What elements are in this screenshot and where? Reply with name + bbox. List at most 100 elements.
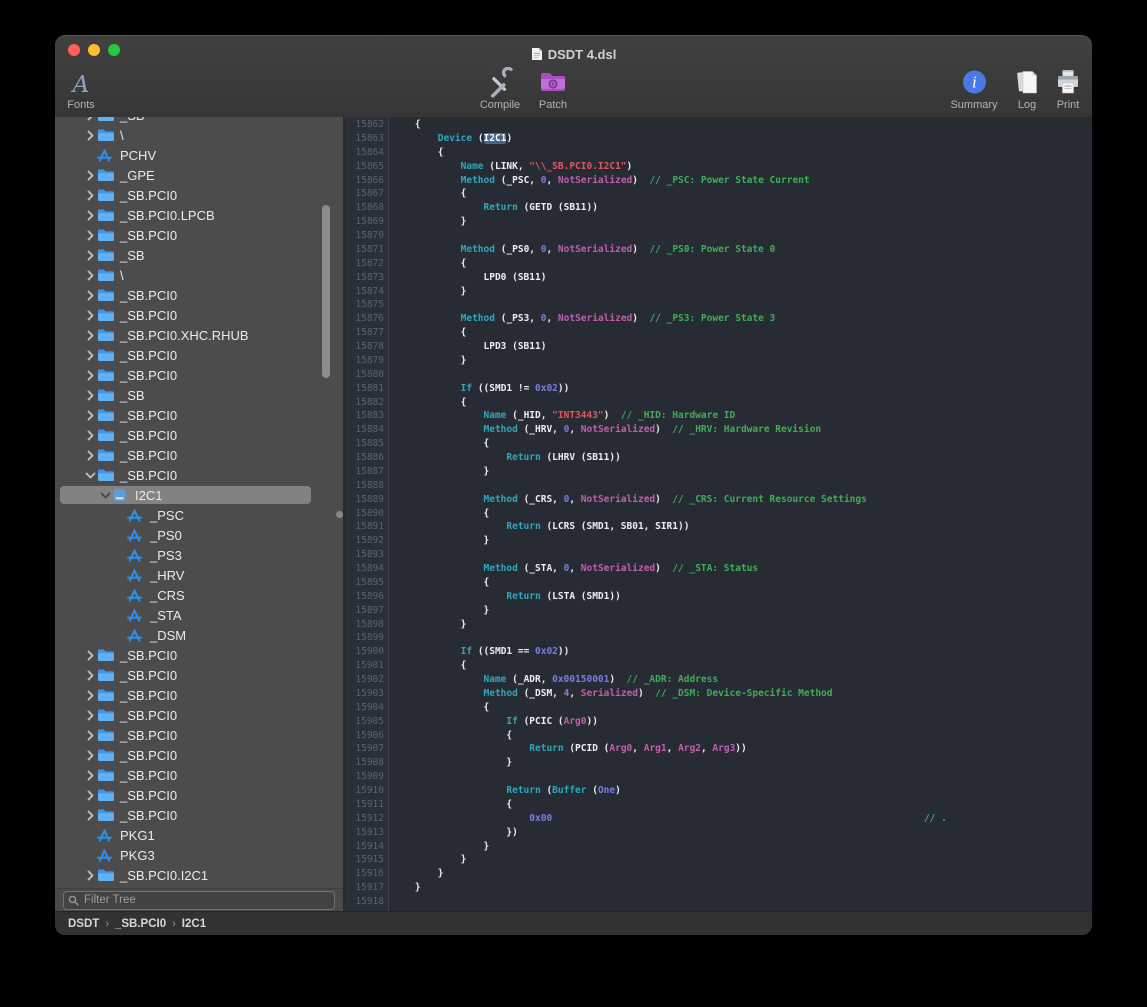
tree-item-label: _STA [150,608,182,623]
line-number: 15865 [345,160,388,174]
disclosure-right-icon[interactable] [83,690,97,701]
print-button[interactable]: Print [1054,65,1082,111]
tree-item-_sbpci0xhcrhub[interactable]: _SB.PCI0.XHC.RHUB [55,325,343,345]
tree-item-_sta[interactable]: _STA [55,605,343,625]
log-button[interactable]: Log [1013,65,1041,111]
disclosure-right-icon[interactable] [83,670,97,681]
close-button[interactable] [68,44,80,56]
disclosure-right-icon[interactable] [83,790,97,801]
disclosure-right-icon[interactable] [83,290,97,301]
tree-item-pchv[interactable]: PCHV [55,145,343,165]
split-handle-dot[interactable] [336,511,343,518]
folder-icon [97,448,117,462]
breadcrumb-segment[interactable]: DSDT [68,918,99,930]
tree-item-_sb[interactable]: _SB [55,245,343,265]
tree-item-_crs[interactable]: _CRS [55,585,343,605]
breadcrumb-segment[interactable]: _SB.PCI0 [115,918,166,930]
breadcrumb-segment[interactable]: I2C1 [182,918,206,930]
disclosure-right-icon[interactable] [83,710,97,721]
disclosure-right-icon[interactable] [83,430,97,441]
tree-item-_sbpci0[interactable]: _SB.PCI0 [55,665,343,685]
tree-item-_sbpci0[interactable]: _SB.PCI0 [55,365,343,385]
tree-item-_sbpci0[interactable]: _SB.PCI0 [55,465,343,485]
disclosure-right-icon[interactable] [83,650,97,661]
titlebar[interactable]: DSDT 4.dsl [55,35,1092,63]
tree-item-_sbpci0[interactable]: _SB.PCI0 [55,685,343,705]
disclosure-right-icon[interactable] [83,330,97,341]
tree-item-_sbpci0[interactable]: _SB.PCI0 [55,765,343,785]
summary-button[interactable]: i Summary [950,65,997,111]
tree-item-_psc[interactable]: _PSC [55,505,343,525]
tree-item-_sbpci0[interactable]: _SB.PCI0 [55,445,343,465]
tree-item-_sbpci0[interactable]: _SB.PCI0 [55,185,343,205]
disclosure-right-icon[interactable] [83,390,97,401]
disclosure-right-icon[interactable] [83,170,97,181]
disclosure-right-icon[interactable] [83,270,97,281]
split-divider[interactable] [343,117,345,911]
filter-tree-input[interactable] [82,893,330,907]
tree-item-i2c1[interactable]: I2C1 [55,485,343,505]
code-line: { [392,798,1092,812]
code-line: { [392,396,1092,410]
minimize-button[interactable] [88,44,100,56]
code-pane[interactable]: { Device (I2C1) { Name (LINK, "\\_SB.PCI… [389,117,1092,911]
disclosure-right-icon[interactable] [83,410,97,421]
disclosure-right-icon[interactable] [83,750,97,761]
tree-item-_sbpci0[interactable]: _SB.PCI0 [55,305,343,325]
disclosure-right-icon[interactable] [83,730,97,741]
line-number: 15912 [345,812,388,826]
tree-item-_sbpci0[interactable]: _SB.PCI0 [55,745,343,765]
tree-item-_sbpci0[interactable]: _SB.PCI0 [55,705,343,725]
zoom-button[interactable] [108,44,120,56]
tree-item-_sbpci0[interactable]: _SB.PCI0 [55,345,343,365]
fonts-button[interactable]: A Fonts [67,65,95,111]
code-line [392,770,1092,784]
disclosure-right-icon[interactable] [83,250,97,261]
disclosure-right-icon[interactable] [83,870,97,881]
disclosure-right-icon[interactable] [83,190,97,201]
disclosure-down-icon[interactable] [83,470,97,481]
tree-item-_sbpci0[interactable]: _SB.PCI0 [55,805,343,825]
tree-item-_sbpci0[interactable]: _SB.PCI0 [55,285,343,305]
device-icon [112,488,132,502]
tree-item-[interactable]: \ [55,125,343,145]
disclosure-right-icon[interactable] [83,450,97,461]
tree-item-_sbpci0[interactable]: _SB.PCI0 [55,785,343,805]
tree-item-_sb[interactable]: _SB [55,385,343,405]
disclosure-down-icon[interactable] [98,490,112,501]
tree-item-pkg3[interactable]: PKG3 [55,845,343,865]
disclosure-right-icon[interactable] [83,210,97,221]
filter-box[interactable] [63,891,335,910]
tree-item-[interactable]: \ [55,265,343,285]
tree-item-_sbpci0i2c1[interactable]: _SB.PCI0.I2C1 [55,865,343,885]
tree-item-label: _SB [120,388,145,403]
line-number: 15873 [345,271,388,285]
disclosure-right-icon[interactable] [83,117,97,121]
disclosure-right-icon[interactable] [83,310,97,321]
disclosure-right-icon[interactable] [83,370,97,381]
tree-item-_ps3[interactable]: _PS3 [55,545,343,565]
tree-item-_sbpci0[interactable]: _SB.PCI0 [55,225,343,245]
disclosure-right-icon[interactable] [83,230,97,241]
tree-item-_sb[interactable]: _SB [55,117,343,125]
tree-item-_sbpci0[interactable]: _SB.PCI0 [55,405,343,425]
tree-item-_hrv[interactable]: _HRV [55,565,343,585]
sidebar-tree-rows: _SB\PCHV_GPE_SB.PCI0_SB.PCI0.LPCB_SB.PCI… [55,117,343,885]
disclosure-right-icon[interactable] [83,810,97,821]
tree-item-_sbpci0lpcb[interactable]: _SB.PCI0.LPCB [55,205,343,225]
tree-item-_sbpci0[interactable]: _SB.PCI0 [55,645,343,665]
tree-viewport[interactable]: _SB\PCHV_GPE_SB.PCI0_SB.PCI0.LPCB_SB.PCI… [55,117,343,888]
tree-item-pkg1[interactable]: PKG1 [55,825,343,845]
disclosure-right-icon[interactable] [83,130,97,141]
tree-item-_ps0[interactable]: _PS0 [55,525,343,545]
tree-item-_sbpci0[interactable]: _SB.PCI0 [55,425,343,445]
compile-button[interactable]: Compile [480,65,520,111]
tree-item-_sbpci0[interactable]: _SB.PCI0 [55,725,343,745]
code-editor[interactable]: 1586215863158641586515866158671586815869… [345,117,1092,911]
disclosure-right-icon[interactable] [83,350,97,361]
patch-button[interactable]: Patch [538,65,568,111]
tree-item-_dsm[interactable]: _DSM [55,625,343,645]
sidebar-scrollbar-thumb[interactable] [322,205,330,378]
tree-item-_gpe[interactable]: _GPE [55,165,343,185]
disclosure-right-icon[interactable] [83,770,97,781]
